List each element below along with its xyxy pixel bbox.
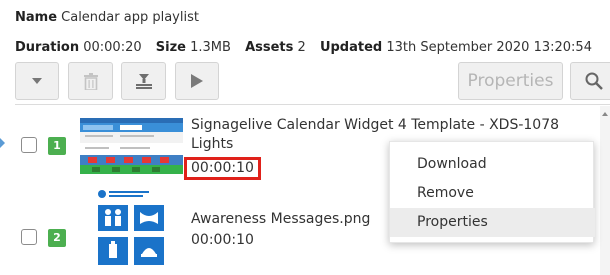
properties-button[interactable]: Properties (458, 62, 563, 100)
asset-title[interactable]: Awareness Messages.png (191, 210, 370, 229)
context-menu-properties[interactable]: Properties (390, 208, 595, 237)
playlist-name-line: Name Calendar app playlist (15, 10, 199, 25)
playlist-meta-line: Duration 00:00:20 Size 1.3MB Assets 2 Up… (15, 40, 592, 55)
asset-duration-highlighted: 00:00:10 (184, 157, 261, 180)
chevron-down-icon (32, 78, 42, 84)
search-button[interactable] (570, 62, 610, 100)
play-icon (191, 74, 203, 88)
context-menu-remove[interactable]: Remove (390, 179, 595, 208)
duration-label: Duration (15, 40, 80, 55)
current-row-marker (0, 138, 5, 148)
updated-value: 13th September 2020 13:20:54 (386, 40, 592, 55)
search-icon (585, 72, 603, 90)
duration-value: 00:00:20 (83, 40, 142, 55)
asset-thumbnail[interactable] (80, 118, 183, 174)
name-label: Name (15, 10, 58, 25)
asset-context-menu: Download Remove Properties (389, 141, 595, 243)
updated-label: Updated (319, 40, 383, 55)
context-menu-download[interactable]: Download (390, 150, 595, 179)
name-value: Calendar app playlist (61, 10, 199, 25)
play-button[interactable] (175, 62, 219, 100)
list-scrollbar[interactable] (600, 106, 610, 275)
size-label: Size (155, 40, 186, 55)
scroll-up-arrow-icon[interactable] (602, 112, 608, 116)
toolbar-divider (15, 104, 610, 105)
delete-button[interactable] (68, 62, 113, 100)
asset-index-badge: 1 (48, 137, 66, 155)
asset-duration: 00:00:10 (191, 232, 254, 248)
dropdown-button[interactable] (15, 62, 59, 100)
asset-thumbnail[interactable] (94, 188, 168, 270)
asset-checkbox[interactable] (21, 137, 37, 153)
awareness-poster-thumbnail-image (94, 188, 168, 270)
trash-icon (83, 72, 98, 90)
properties-button-label: Properties (467, 71, 554, 91)
asset-index-badge: 2 (48, 229, 66, 247)
asset-checkbox[interactable] (21, 229, 37, 245)
assets-value: 2 (297, 40, 306, 55)
calendar-widget-thumbnail-image (80, 118, 183, 174)
size-value: 1.3MB (190, 40, 231, 55)
download-icon (135, 72, 153, 90)
download-button[interactable] (121, 62, 166, 100)
assets-label: Assets (245, 40, 294, 55)
